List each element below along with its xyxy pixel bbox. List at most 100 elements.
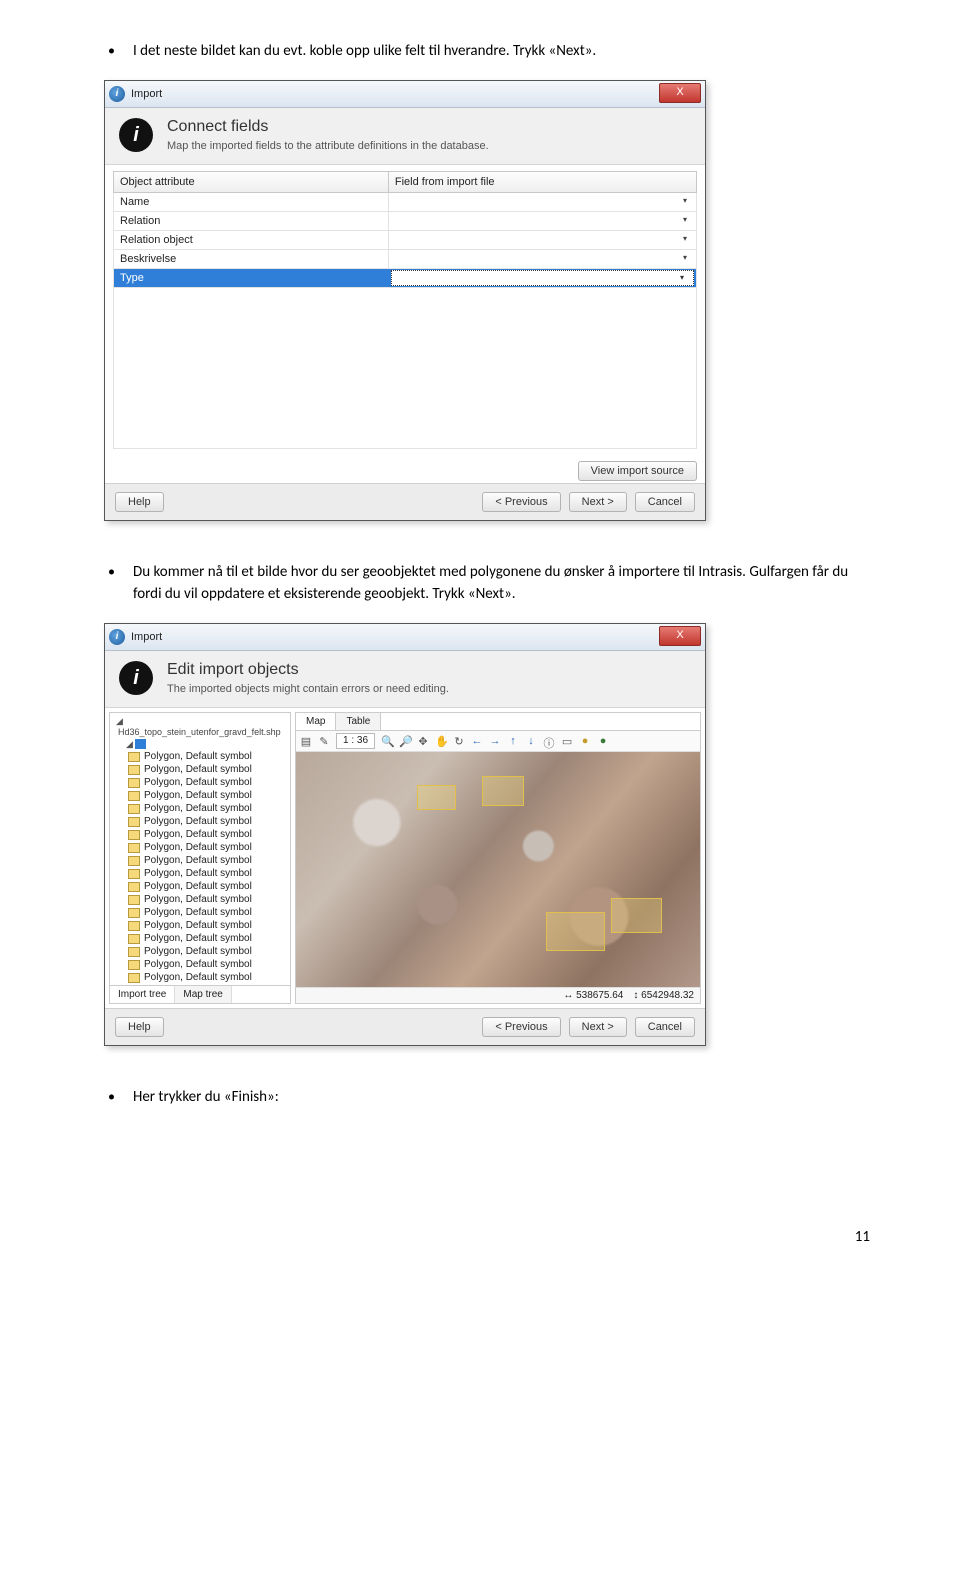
polygon-icon bbox=[128, 752, 140, 762]
point-icon[interactable]: ● bbox=[597, 735, 609, 747]
tree-item-polygon[interactable]: Polygon, Default symbol bbox=[114, 919, 286, 932]
map-canvas[interactable] bbox=[296, 752, 700, 987]
chevron-down-icon: ▾ bbox=[675, 273, 689, 285]
tree-item-polygon[interactable]: Polygon, Default symbol bbox=[114, 880, 286, 893]
col-field-from-import: Field from import file bbox=[389, 172, 696, 192]
tree-item-polygon[interactable]: Polygon, Default symbol bbox=[114, 893, 286, 906]
previous-button[interactable]: < Previous bbox=[482, 1017, 560, 1037]
help-button[interactable]: Help bbox=[115, 1017, 164, 1037]
polygon-icon bbox=[128, 765, 140, 775]
grid-row-name[interactable]: Name ▾ bbox=[113, 193, 697, 212]
view-import-source-button[interactable]: View import source bbox=[578, 461, 697, 481]
tree-item-polygon[interactable]: Polygon, Default symbol bbox=[114, 906, 286, 919]
tab-import-tree[interactable]: Import tree bbox=[110, 986, 175, 1003]
tree-item-polygon[interactable]: Polygon, Default symbol bbox=[114, 945, 286, 958]
tree-item-label: Polygon, Default symbol bbox=[144, 971, 252, 984]
polygon-icon bbox=[128, 843, 140, 853]
tab-map-tree[interactable]: Map tree bbox=[175, 986, 231, 1003]
dialog-footer: Help < Previous Next > Cancel bbox=[105, 483, 705, 520]
tree-item-polygon[interactable]: Polygon, Default symbol bbox=[114, 867, 286, 880]
tree-item-polygon[interactable]: Polygon, Default symbol bbox=[114, 841, 286, 854]
field-dropdown[interactable]: ▾ bbox=[389, 232, 696, 248]
tree-item-label: Polygon, Default symbol bbox=[144, 919, 252, 932]
close-button[interactable]: X bbox=[659, 83, 701, 103]
previous-button[interactable]: < Previous bbox=[482, 492, 560, 512]
arrow-right-icon[interactable]: → bbox=[489, 735, 501, 747]
document-icon[interactable]: ✎ bbox=[318, 735, 330, 747]
marker-icon[interactable]: ● bbox=[579, 735, 591, 747]
dialog-header-subtitle: Map the imported fields to the attribute… bbox=[167, 140, 489, 152]
layers-icon[interactable]: ▤ bbox=[300, 735, 312, 747]
tree-item-label: Polygon, Default symbol bbox=[144, 763, 252, 776]
dialog-header-title: Edit import objects bbox=[167, 661, 449, 679]
tree-item-polygon[interactable]: Polygon, Default symbol bbox=[114, 776, 286, 789]
dialog-header: i Connect fields Map the imported fields… bbox=[105, 108, 705, 165]
scale-input[interactable]: 1 : 36 bbox=[336, 733, 375, 749]
tree-item-label: Polygon, Default symbol bbox=[144, 815, 252, 828]
map-polygon bbox=[482, 776, 524, 806]
tree-item-polygon[interactable]: Polygon, Default symbol bbox=[114, 763, 286, 776]
polygon-icon bbox=[128, 895, 140, 905]
arrow-down-icon[interactable]: ↓ bbox=[525, 735, 537, 747]
cancel-button[interactable]: Cancel bbox=[635, 1017, 695, 1037]
info-icon: i bbox=[119, 118, 153, 152]
identify-icon[interactable]: ⓘ bbox=[543, 735, 555, 747]
page-number: 11 bbox=[90, 1228, 870, 1246]
next-button[interactable]: Next > bbox=[569, 1017, 627, 1037]
polygon-icon bbox=[128, 960, 140, 970]
zoom-in-icon[interactable]: 🔍 bbox=[381, 735, 393, 747]
help-button[interactable]: Help bbox=[115, 492, 164, 512]
arrow-left-icon[interactable]: ← bbox=[471, 735, 483, 747]
coord-x: ↔ 538675.64 bbox=[563, 990, 623, 1001]
polygon-icon bbox=[128, 830, 140, 840]
select-icon[interactable]: ▭ bbox=[561, 735, 573, 747]
tab-map[interactable]: Map bbox=[296, 713, 336, 730]
map-toolbar: ▤ ✎ 1 : 36 🔍 🔎 ✥ ✋ ↻ ← → ↑ ↓ ⓘ ▭ ● ● bbox=[296, 731, 700, 752]
cancel-button[interactable]: Cancel bbox=[635, 492, 695, 512]
tree-item-polygon[interactable]: Polygon, Default symbol bbox=[114, 958, 286, 971]
tree-item-polygon[interactable]: Polygon, Default symbol bbox=[114, 971, 286, 984]
polygon-icon bbox=[128, 934, 140, 944]
zoom-out-icon[interactable]: 🔎 bbox=[399, 735, 411, 747]
tree-item-label: Polygon, Default symbol bbox=[144, 789, 252, 802]
tree-item-label: Polygon, Default symbol bbox=[144, 802, 252, 815]
grid-row-beskrivelse[interactable]: Beskrivelse ▾ bbox=[113, 250, 697, 269]
polygon-icon bbox=[128, 869, 140, 879]
field-dropdown[interactable]: ▾ bbox=[389, 194, 696, 210]
tree-selected-row[interactable]: ◢ bbox=[114, 739, 286, 750]
map-polygon bbox=[417, 785, 455, 811]
tree-root-row[interactable]: ◢ Hd36_topo_stein_utenfor_gravd_felt.shp bbox=[114, 715, 286, 739]
tree-item-polygon[interactable]: Polygon, Default symbol bbox=[114, 932, 286, 945]
dialog-titlebar: Import X bbox=[105, 624, 705, 651]
fullextent-icon[interactable]: ✥ bbox=[417, 735, 429, 747]
grid-empty-area bbox=[113, 288, 697, 449]
tree-tabs: Import tree Map tree bbox=[110, 985, 290, 1003]
tree-item-polygon[interactable]: Polygon, Default symbol bbox=[114, 828, 286, 841]
field-dropdown[interactable]: ▾ bbox=[389, 213, 696, 229]
field-dropdown[interactable]: ▾ bbox=[391, 270, 694, 286]
grid-row-type[interactable]: Type ▾ bbox=[113, 269, 697, 288]
polygon-icon bbox=[128, 973, 140, 983]
col-object-attribute: Object attribute bbox=[114, 172, 389, 192]
field-dropdown[interactable]: ▾ bbox=[389, 251, 696, 267]
next-button[interactable]: Next > bbox=[569, 492, 627, 512]
tree-item-polygon[interactable]: Polygon, Default symbol bbox=[114, 854, 286, 867]
close-button[interactable]: X bbox=[659, 626, 701, 646]
tree-item-polygon[interactable]: Polygon, Default symbol bbox=[114, 815, 286, 828]
tree-item-polygon[interactable]: Polygon, Default symbol bbox=[114, 789, 286, 802]
pan-icon[interactable]: ✋ bbox=[435, 735, 447, 747]
tree-item-label: Polygon, Default symbol bbox=[144, 776, 252, 789]
import-dialog-connect-fields: Import X i Connect fields Map the import… bbox=[104, 80, 706, 521]
arrow-up-icon[interactable]: ↑ bbox=[507, 735, 519, 747]
tree-item-polygon[interactable]: Polygon, Default symbol bbox=[114, 750, 286, 763]
grid-row-relation[interactable]: Relation ▾ bbox=[113, 212, 697, 231]
map-polygon bbox=[611, 898, 661, 933]
tree-item-polygon[interactable]: Polygon, Default symbol bbox=[114, 802, 286, 815]
refresh-icon[interactable]: ↻ bbox=[453, 735, 465, 747]
chevron-down-icon: ▾ bbox=[678, 253, 692, 265]
bullet-2: • Du kommer nå til et bilde hvor du ser … bbox=[90, 561, 870, 605]
grid-row-relation-object[interactable]: Relation object ▾ bbox=[113, 231, 697, 250]
bullet-marker: • bbox=[90, 561, 115, 605]
tree-item-label: Polygon, Default symbol bbox=[144, 750, 252, 763]
tab-table[interactable]: Table bbox=[336, 713, 381, 730]
